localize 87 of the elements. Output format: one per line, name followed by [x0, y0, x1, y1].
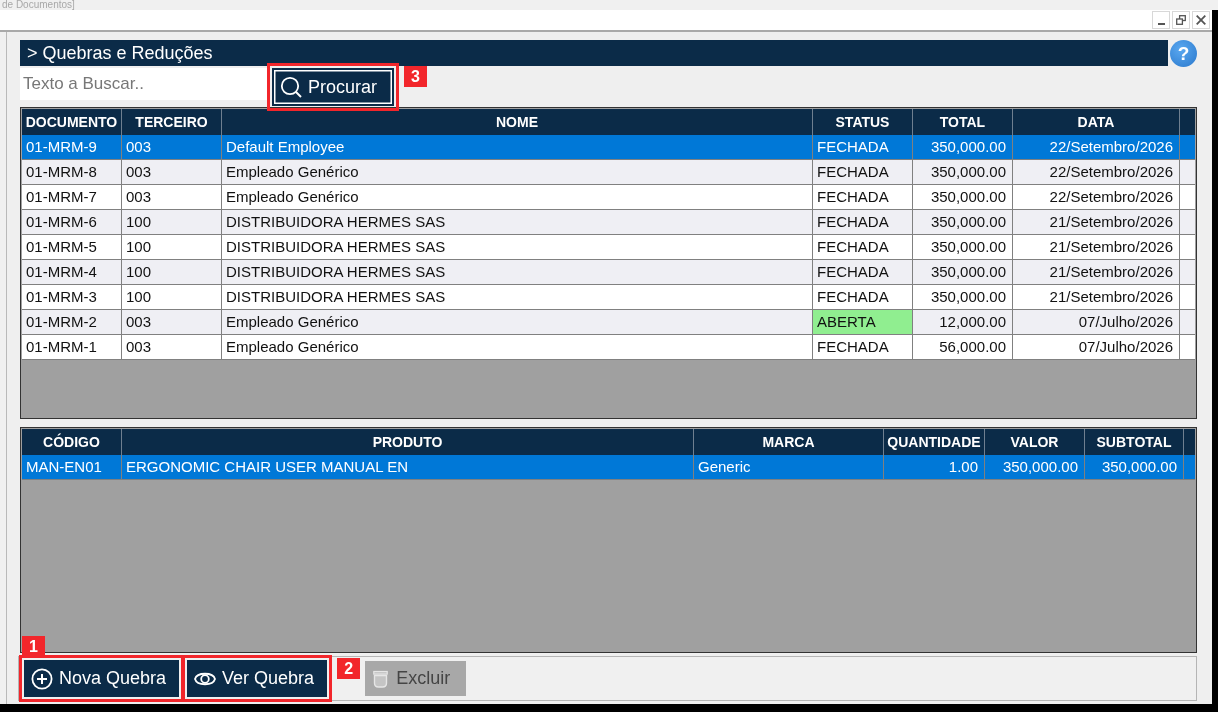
- minimize-icon: [1157, 23, 1165, 25]
- status-cell: FECHADA: [813, 210, 913, 234]
- status-cell: ABERTA: [813, 310, 913, 334]
- search-icon: [280, 76, 302, 98]
- restore-icon: [1176, 15, 1186, 25]
- table-cell: 01-MRM-1: [22, 335, 122, 359]
- table-row[interactable]: 01-MRM-3 100 DISTRIBUIDORA HERMES SAS FECHADA 350,000.00 21/Setembro/2026: [22, 285, 1195, 310]
- table-cell: 003: [122, 185, 222, 209]
- table-row[interactable]: 01-MRM-5 100 DISTRIBUIDORA HERMES SAS FECHADA 350,000.00 21/Setembro/2026: [22, 235, 1195, 260]
- callout-number: 3: [404, 66, 427, 87]
- table-row[interactable]: 01-MRM-4 100 DISTRIBUIDORA HERMES SAS FECHADA 350,000.00 21/Setembro/2026: [22, 260, 1195, 285]
- table-cell: ERGONOMIC CHAIR USER MANUAL EN: [122, 455, 694, 479]
- table-cell: 22/Setembro/2026: [1013, 135, 1180, 159]
- new-button[interactable]: Nova Quebra: [24, 660, 180, 697]
- search-field[interactable]: Texto a Buscar..: [20, 68, 268, 100]
- table-cell: 350,000.00: [913, 185, 1013, 209]
- table-cell: 003: [122, 135, 222, 159]
- table-cell: 350,000.00: [985, 455, 1085, 479]
- table-cell: 100: [122, 285, 222, 309]
- status-cell: FECHADA: [813, 235, 913, 259]
- table-cell: 350,000.00: [913, 210, 1013, 234]
- table-cell: DISTRIBUIDORA HERMES SAS: [222, 235, 813, 259]
- table-cell: 003: [122, 310, 222, 334]
- table-row[interactable]: 01-MRM-9 003 Default Employee FECHADA 350,000.00 22/Setembro/2026: [22, 135, 1195, 160]
- table-row[interactable]: MAN-EN01 ERGONOMIC CHAIR USER MANUAL EN Generic 1.00 350,000.00 350,000.00: [22, 455, 1195, 480]
- table-cell: 003: [122, 160, 222, 184]
- table-cell: 01-MRM-6: [22, 210, 122, 234]
- table-cell: 100: [122, 260, 222, 284]
- close-button[interactable]: [1192, 11, 1210, 29]
- search-button[interactable]: Procurar: [272, 68, 394, 106]
- minimize-button[interactable]: [1152, 11, 1170, 29]
- table-cell: 21/Setembro/2026: [1013, 235, 1180, 259]
- status-cell: FECHADA: [813, 185, 913, 209]
- table-cell: 350,000.00: [913, 160, 1013, 184]
- table-cell: 100: [122, 235, 222, 259]
- table-cell: 22/Setembro/2026: [1013, 160, 1180, 184]
- table-cell: 22/Setembro/2026: [1013, 185, 1180, 209]
- table-cell: 01-MRM-7: [22, 185, 122, 209]
- section-title: > Quebras e Reduções: [20, 40, 1168, 66]
- status-cell: FECHADA: [813, 160, 913, 184]
- table-cell: Empleado Genérico: [222, 335, 813, 359]
- callout-number: 2: [337, 658, 361, 679]
- table-row[interactable]: 01-MRM-7 003 Empleado Genérico FECHADA 350,000.00 22/Setembro/2026: [22, 185, 1195, 210]
- callout-number: 1: [22, 636, 45, 657]
- table-cell: 21/Setembro/2026: [1013, 260, 1180, 284]
- table-cell: 21/Setembro/2026: [1013, 285, 1180, 309]
- status-cell: FECHADA: [813, 135, 913, 159]
- table-cell: 01-MRM-8: [22, 160, 122, 184]
- window-title: de Documentos]: [1, 0, 75, 10]
- table-cell: Generic: [694, 455, 884, 479]
- table-cell: 1.00: [884, 455, 985, 479]
- table-cell: DISTRIBUIDORA HERMES SAS: [222, 285, 813, 309]
- table-row[interactable]: 01-MRM-1 003 Empleado Genérico FECHADA 56,000.00 07/Julho/2026: [22, 335, 1195, 360]
- restore-button[interactable]: [1172, 11, 1190, 29]
- table-cell: 01-MRM-4: [22, 260, 122, 284]
- table-cell: 12,000.00: [913, 310, 1013, 334]
- table-row[interactable]: 01-MRM-2 003 Empleado Genérico ABERTA 12,000.00 07/Julho/2026: [22, 310, 1195, 335]
- plus-circle-icon: [31, 667, 53, 690]
- table-cell: Empleado Genérico: [222, 160, 813, 184]
- view-button[interactable]: Ver Quebra: [187, 660, 328, 697]
- close-icon: [1196, 15, 1206, 25]
- table-cell: 01-MRM-2: [22, 310, 122, 334]
- table-cell: 01-MRM-3: [22, 285, 122, 309]
- table-cell: 350,000.00: [913, 260, 1013, 284]
- table-cell: Default Employee: [222, 135, 813, 159]
- table-cell: DISTRIBUIDORA HERMES SAS: [222, 260, 813, 284]
- table-cell: 003: [122, 335, 222, 359]
- status-cell: FECHADA: [813, 335, 913, 359]
- status-cell: FECHADA: [813, 285, 913, 309]
- table-cell: Empleado Genérico: [222, 185, 813, 209]
- table-row[interactable]: 01-MRM-8 003 Empleado Genérico FECHADA 350,000.00 22/Setembro/2026: [22, 160, 1195, 185]
- table-cell: 350,000.00: [1085, 455, 1184, 479]
- table-row[interactable]: 01-MRM-6 100 DISTRIBUIDORA HERMES SAS FECHADA 350,000.00 21/Setembro/2026: [22, 210, 1195, 235]
- table-cell: 07/Julho/2026: [1013, 310, 1180, 334]
- table-cell: 56,000.00: [913, 335, 1013, 359]
- table-cell: MAN-EN01: [22, 455, 122, 479]
- table-cell: 350,000.00: [913, 285, 1013, 309]
- table-cell: 01-MRM-5: [22, 235, 122, 259]
- table-cell: 350,000.00: [913, 135, 1013, 159]
- table-cell: 21/Setembro/2026: [1013, 210, 1180, 234]
- trash-icon: [373, 669, 389, 688]
- table-cell: 350,000.00: [913, 235, 1013, 259]
- table-cell: 01-MRM-9: [22, 135, 122, 159]
- table-cell: 100: [122, 210, 222, 234]
- status-cell: FECHADA: [813, 260, 913, 284]
- table-cell: DISTRIBUIDORA HERMES SAS: [222, 210, 813, 234]
- table-cell: 07/Julho/2026: [1013, 335, 1180, 359]
